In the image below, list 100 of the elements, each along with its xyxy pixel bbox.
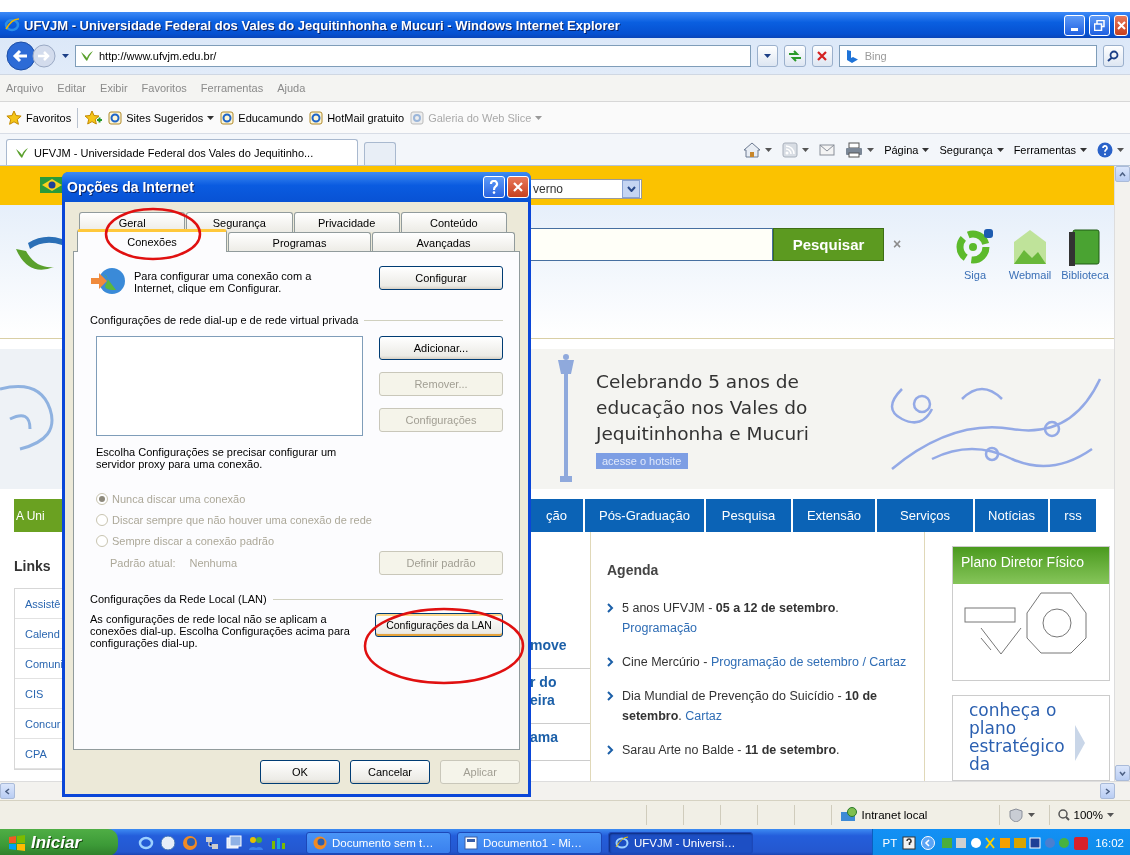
network-icon[interactable] <box>204 834 220 851</box>
minimize-button[interactable] <box>1064 14 1085 36</box>
configure-button[interactable]: Configurar <box>379 266 503 290</box>
caret-icon[interactable] <box>867 147 875 152</box>
service-link[interactable]: Webmail <box>1008 268 1052 281</box>
globe-icon[interactable] <box>160 834 176 851</box>
language-indicator[interactable]: PT <box>882 836 898 849</box>
help-icon[interactable] <box>902 835 917 850</box>
agenda-link[interactable]: Programação <box>622 621 698 635</box>
hint-text: Escolha Configurações se precisar configurar um servidor proxy para uma conexão. <box>96 446 338 470</box>
service-link[interactable]: Siga <box>964 268 986 281</box>
command-menu[interactable]: Segurança <box>939 143 1004 156</box>
menu-item[interactable]: Favoritos <box>141 82 187 94</box>
add-favorite-icon[interactable] <box>84 109 103 126</box>
favorite-link[interactable]: Educamundo <box>220 110 304 125</box>
window-stack-icon[interactable] <box>226 834 242 851</box>
agenda-link[interactable]: Cartaz <box>685 709 723 723</box>
people-icon[interactable] <box>248 834 264 851</box>
nav-tab[interactable]: Serviços <box>877 499 975 532</box>
forward-button-icon[interactable] <box>32 44 56 68</box>
news-headline[interactable]: eira <box>530 691 590 709</box>
command-menu[interactable]: Página <box>884 143 930 156</box>
browser-tab[interactable]: UFVJM - Universidade Federal dos Vales do Jequitinho... <box>6 139 358 165</box>
restore-button[interactable] <box>1089 14 1110 36</box>
dialog-tab[interactable]: Programas <box>228 232 371 252</box>
news-headline[interactable]: r do <box>530 673 590 691</box>
close-button[interactable] <box>1114 14 1128 36</box>
menu-item[interactable]: Arquivo <box>6 82 44 94</box>
dialog-tab[interactable]: Privacidade <box>293 212 400 232</box>
dialog-tab[interactable]: Conexões <box>77 229 227 252</box>
caret-icon[interactable] <box>1107 813 1114 817</box>
dialog-button[interactable]: Adicionar... <box>379 336 503 360</box>
start-button[interactable]: Iniciar <box>0 829 118 855</box>
swirl-logo-icon[interactable] <box>955 227 995 266</box>
dialog-tab[interactable]: Conteúdo <box>400 212 507 232</box>
menu-item[interactable]: Exibir <box>100 82 128 94</box>
nav-tab[interactable]: Notícias <box>975 499 1050 532</box>
vertical-scrollbar[interactable] <box>1114 166 1130 781</box>
ie-logo-icon[interactable] <box>138 834 154 851</box>
lan-settings-button[interactable]: Configurações da LAN <box>375 613 503 637</box>
help-icon[interactable] <box>1097 141 1113 158</box>
address-dropdown-button[interactable] <box>757 45 779 67</box>
search-placeholder: Bing <box>864 50 887 62</box>
caret-icon[interactable] <box>1080 147 1087 152</box>
dropdown-field[interactable]: verno <box>530 179 642 200</box>
nav-tab[interactable]: Pós-Graduação <box>585 499 706 532</box>
nav-tab[interactable]: ção <box>530 499 585 532</box>
taskbar-button[interactable]: Documento sem t… <box>306 831 451 854</box>
news-headline[interactable]: ama <box>530 728 590 746</box>
close-button[interactable] <box>507 176 529 198</box>
back-button-icon[interactable] <box>6 41 36 71</box>
caret-icon[interactable] <box>1027 813 1035 817</box>
favorite-link[interactable]: Sites Sugeridos <box>108 110 215 125</box>
nav-tab[interactable]: Pesquisa <box>706 499 793 532</box>
menu-item[interactable]: Editar <box>57 82 87 94</box>
address-field[interactable]: http://www.ufvjm.edu.br/ <box>75 45 752 67</box>
zoom-button[interactable]: 100% <box>1048 805 1122 825</box>
caret-icon[interactable] <box>62 54 69 58</box>
taskbar-button[interactable]: Documento1 - Mi… <box>457 831 602 854</box>
ie-page-icon[interactable] <box>220 110 235 125</box>
caret-icon[interactable] <box>765 147 773 152</box>
dialog-tab[interactable]: Segurança <box>186 212 293 232</box>
caret-icon[interactable] <box>764 54 772 58</box>
search-button[interactable]: Pesquisar <box>773 227 884 261</box>
favorites-button[interactable]: Favoritos <box>6 109 72 126</box>
favorite-link[interactable]: HotMail gratuito <box>309 110 405 125</box>
refresh-button[interactable] <box>784 45 806 67</box>
service-link[interactable]: Biblioteca <box>1061 268 1109 281</box>
ie-page-icon[interactable] <box>309 110 324 125</box>
nav-tab[interactable]: Extensão <box>793 499 877 532</box>
help-button[interactable] <box>483 176 505 198</box>
dialog-tab[interactable]: Avançadas <box>372 232 515 252</box>
search-button[interactable] <box>1102 45 1124 67</box>
command-menu[interactable]: Ferramentas <box>1013 143 1087 156</box>
dialog-button[interactable]: OK <box>260 760 340 784</box>
caret-icon[interactable] <box>996 147 1004 152</box>
chevron-right-icon <box>607 745 614 755</box>
strategy-card[interactable]: conheça o plano estratégico da <box>952 695 1110 781</box>
clear-button[interactable]: × <box>893 235 902 252</box>
caret-icon[interactable] <box>207 115 215 120</box>
menu-item[interactable]: Ajuda <box>277 82 306 94</box>
stop-button[interactable] <box>811 45 833 67</box>
chevron-right-icon <box>1072 723 1087 763</box>
caret-icon[interactable] <box>1117 147 1124 152</box>
search-input[interactable] <box>530 227 773 261</box>
taskbar-button[interactable]: UFVJM - Universi… <box>608 831 753 854</box>
caret-icon[interactable] <box>922 147 930 152</box>
chevron-up-icon <box>1119 171 1126 177</box>
menu-item[interactable]: Ferramentas <box>200 82 264 94</box>
ie-page-icon[interactable] <box>108 110 123 125</box>
print-icon[interactable] <box>845 141 864 158</box>
nav-tab[interactable]: rss <box>1050 499 1098 532</box>
document-icon <box>464 835 478 850</box>
dialog-button[interactable]: Cancelar <box>350 760 430 784</box>
agenda-link[interactable]: Programação de setembro / Cartaz <box>710 655 907 669</box>
nav-tab[interactable]: A Uni <box>14 499 62 532</box>
home-icon[interactable] <box>743 141 762 158</box>
caret-icon[interactable] <box>802 147 810 152</box>
news-headline[interactable]: move <box>530 636 590 654</box>
connections-list[interactable] <box>96 336 363 436</box>
